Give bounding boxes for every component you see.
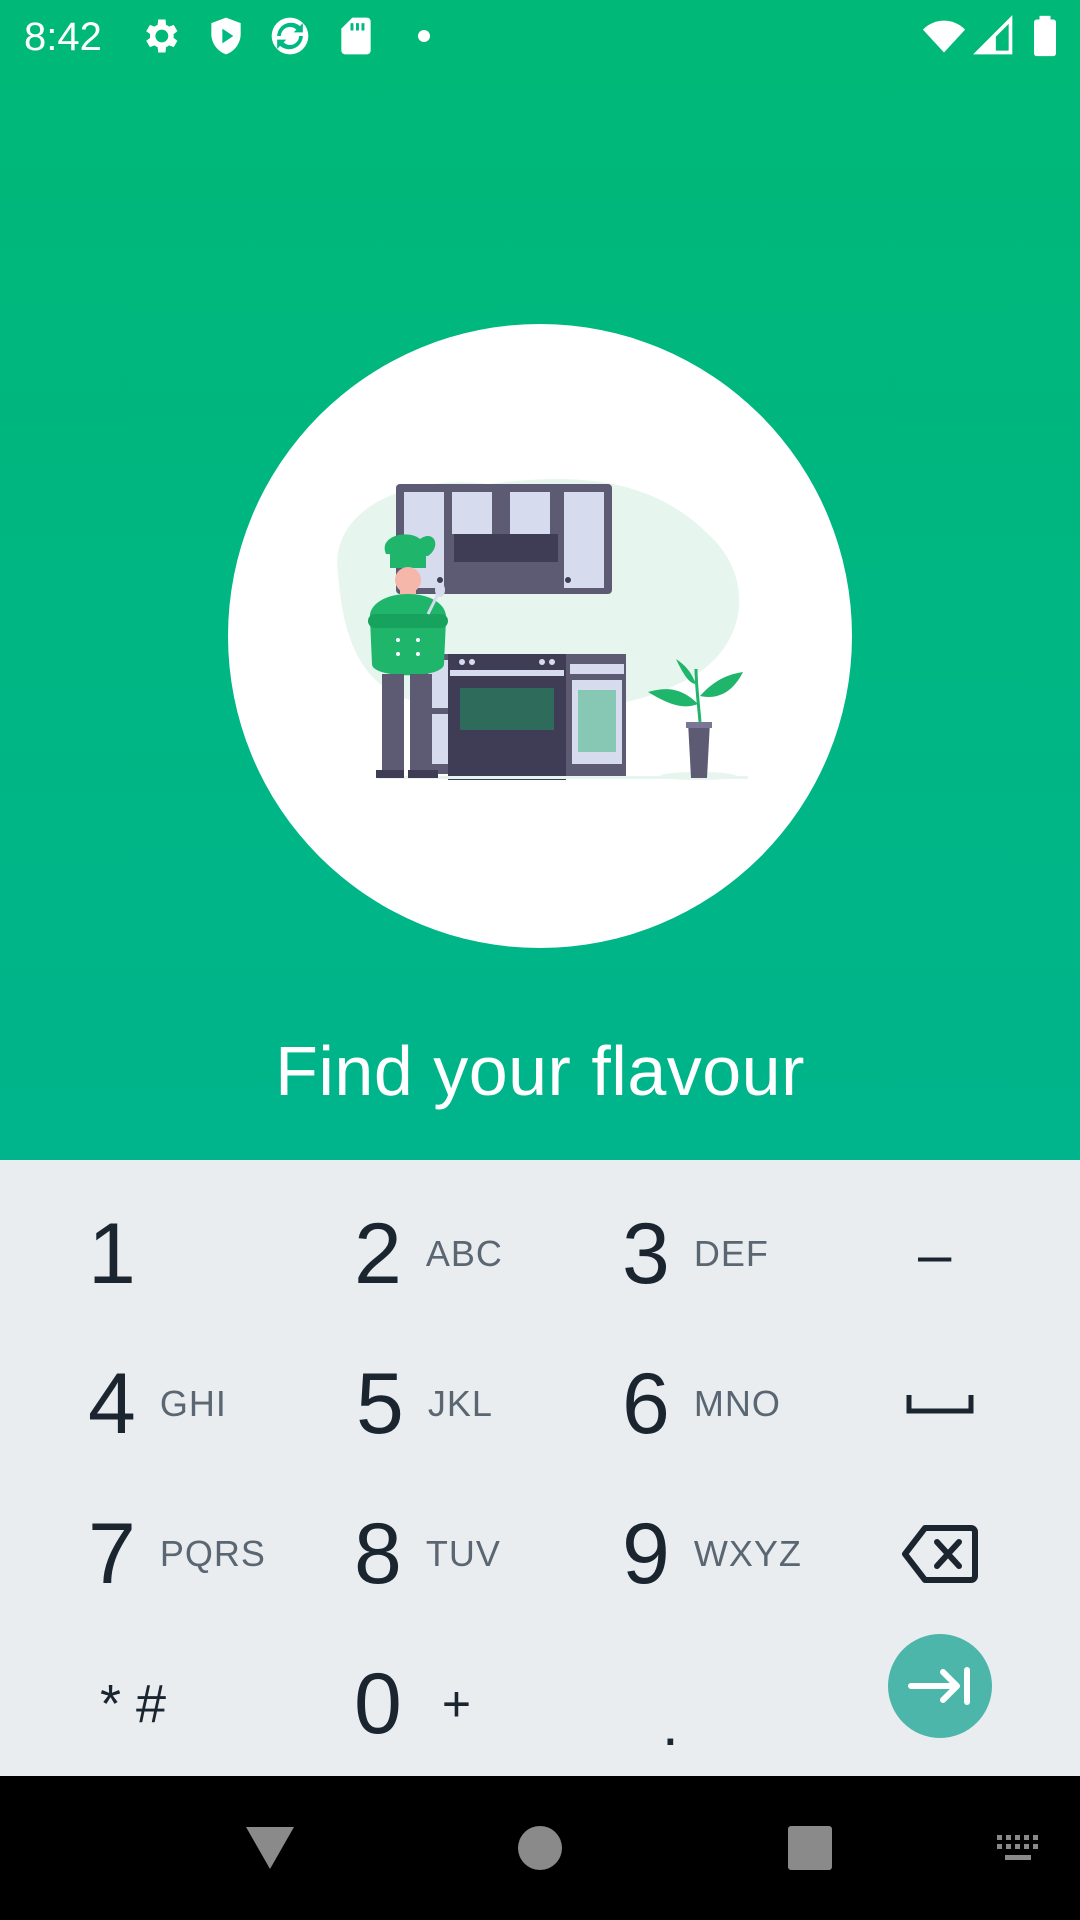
key-3[interactable]: 3 DEF xyxy=(622,1180,769,1328)
key-dash[interactable]: – xyxy=(918,1180,951,1328)
key-letters: DEF xyxy=(693,1233,769,1274)
nav-recents-button[interactable] xyxy=(770,1776,850,1920)
key-2[interactable]: 2 ABC xyxy=(354,1180,503,1328)
key-number: 2 xyxy=(354,1206,402,1302)
status-time: 8:42 xyxy=(24,15,102,59)
onboarding-title: Find your flavour xyxy=(275,1032,805,1110)
chef-kitchen-illustration xyxy=(337,479,748,780)
key-4[interactable]: 4 GHI xyxy=(88,1330,227,1478)
space-icon xyxy=(906,1395,974,1414)
nav-back-button[interactable] xyxy=(230,1776,310,1920)
key-letters: GHI xyxy=(159,1383,227,1424)
key-number: 3 xyxy=(622,1206,670,1302)
sd-card-icon xyxy=(341,17,371,55)
keyboard-switch-icon xyxy=(997,1835,1038,1860)
key-letters: MNO xyxy=(693,1383,781,1424)
key-7[interactable]: 7 PQRS xyxy=(88,1480,266,1628)
key-1[interactable]: 1 xyxy=(88,1180,136,1328)
app-screen: 8:42 Find your flavour 1 2 ABC 3 DEF – 4… xyxy=(0,0,1080,1920)
key-letters: JKL xyxy=(427,1383,493,1424)
key-backspace[interactable] xyxy=(898,1480,982,1628)
navigation-bar xyxy=(0,1776,1080,1920)
key-symbol: – xyxy=(918,1220,952,1288)
key-number: 6 xyxy=(622,1356,670,1452)
key-space[interactable] xyxy=(900,1330,980,1478)
recents-icon xyxy=(788,1826,832,1870)
key-0[interactable]: 0 + xyxy=(354,1630,472,1778)
key-number: 4 xyxy=(88,1356,136,1452)
wifi-icon xyxy=(922,20,966,53)
next-field-button[interactable] xyxy=(888,1634,992,1738)
battery-icon xyxy=(1034,15,1056,57)
key-symbol: . xyxy=(662,1690,679,1758)
home-icon xyxy=(518,1826,562,1870)
key-letters: WXYZ xyxy=(693,1533,802,1574)
key-number: 1 xyxy=(88,1206,136,1302)
key-number: 8 xyxy=(354,1506,402,1602)
key-8[interactable]: 8 TUV xyxy=(354,1480,501,1628)
key-5[interactable]: 5 JKL xyxy=(356,1330,493,1478)
key-number: 9 xyxy=(622,1506,670,1602)
key-symbol: * # xyxy=(100,1674,167,1734)
key-letters: ABC xyxy=(425,1233,503,1274)
signal-icon xyxy=(973,15,1013,55)
illustration-circle xyxy=(228,324,852,948)
key-letters: + xyxy=(441,1676,473,1732)
nav-home-button[interactable] xyxy=(500,1776,580,1920)
backspace-icon xyxy=(902,1525,978,1583)
status-bar: 8:42 xyxy=(0,0,1080,74)
key-letters: TUV xyxy=(425,1533,501,1574)
key-star-hash[interactable]: * # xyxy=(100,1630,166,1778)
sync-icon xyxy=(271,17,309,55)
key-number: 7 xyxy=(88,1506,136,1602)
play-protect-icon xyxy=(211,17,241,55)
key-number: 0 xyxy=(354,1656,402,1752)
key-letters: PQRS xyxy=(159,1533,266,1574)
gear-icon xyxy=(146,19,178,53)
notification-dot xyxy=(418,30,430,42)
key-9[interactable]: 9 WXYZ xyxy=(622,1480,802,1628)
key-number: 5 xyxy=(356,1356,404,1452)
tab-next-icon xyxy=(908,1667,970,1705)
keyboard-switch-button[interactable] xyxy=(986,1776,1052,1920)
key-6[interactable]: 6 MNO xyxy=(622,1330,781,1478)
back-icon xyxy=(246,1827,294,1869)
